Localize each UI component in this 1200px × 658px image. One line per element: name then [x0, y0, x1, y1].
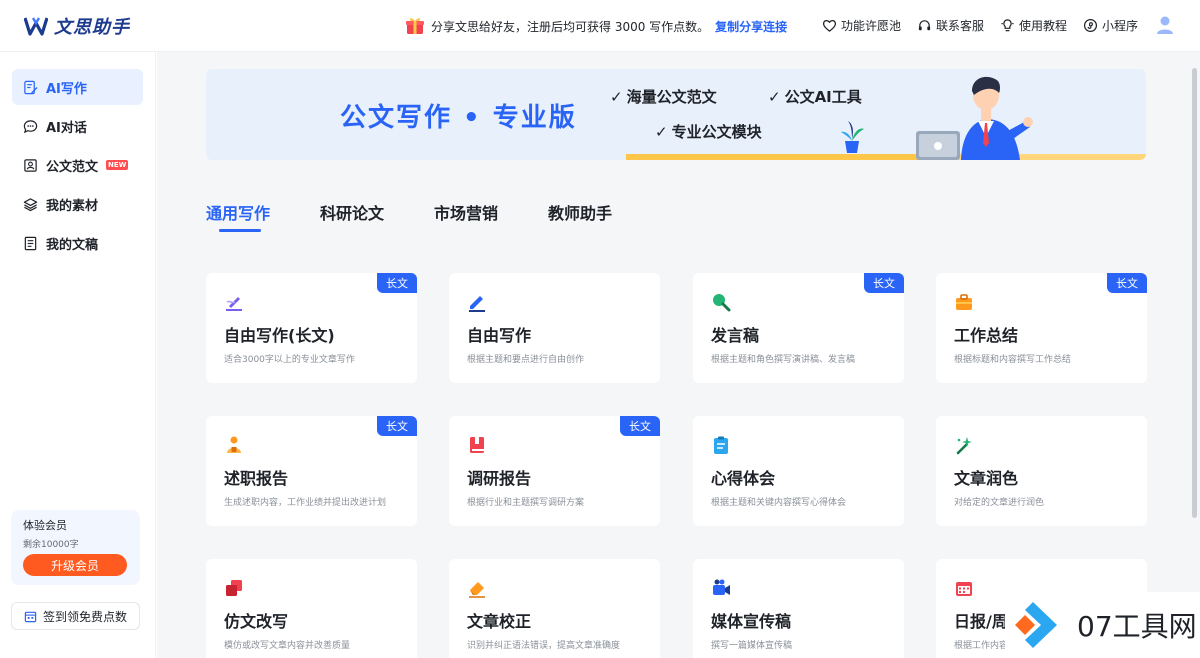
vertical-scrollbar[interactable] [1192, 68, 1197, 518]
tab-general-writing[interactable]: 通用写作 [206, 200, 270, 232]
magic-wand-icon [956, 437, 972, 455]
headset-icon [918, 19, 931, 30]
tab-research-paper[interactable]: 科研论文 [320, 200, 384, 232]
banner-title: 公文写作 • 专业版 [340, 103, 577, 133]
upgrade-button[interactable]: 升级会员 [23, 554, 127, 576]
nav-tutorial[interactable]: 使用教程 [1000, 17, 1067, 34]
watermark-text: 07工具网 [1077, 610, 1197, 643]
chat-icon [23, 119, 38, 133]
businessman-illustration [916, 76, 1033, 160]
eraser-icon [469, 582, 485, 598]
member-panel: 体验会员 剩余10000字 升级会员 [11, 510, 140, 585]
miniprogram-icon [1083, 18, 1098, 32]
share-banner: 分享文思给好友，注册后均可获得 3000 写作点数。 复制分享连接 [405, 16, 787, 36]
long-form-tag: 长文 [377, 416, 417, 436]
user-avatar[interactable] [1154, 14, 1176, 36]
people-icon [227, 436, 241, 453]
pencil-icon [469, 296, 485, 312]
document-icon [24, 236, 37, 250]
logo-w-icon [24, 17, 48, 36]
gift-icon [406, 18, 424, 34]
site-watermark: 07工具网 [1005, 592, 1200, 658]
sidebar-item-templates[interactable]: 公文范文 NEW [12, 147, 143, 183]
book-icon [470, 437, 484, 453]
magnifier-icon [713, 294, 731, 312]
sidebar-item-manuscripts[interactable]: 我的文稿 [12, 225, 143, 261]
app-logo[interactable]: 文思助手 [24, 13, 130, 39]
edit-doc-icon [24, 80, 38, 94]
card-proofreading[interactable]: 文章校正 识别并纠正语法错误，提高文章准确度 [449, 559, 660, 658]
clipboard-icon [714, 436, 728, 454]
main-content: 公文写作 • 专业版 ✓ 海量公文范文 ✓ 公文AI工具 ✓ 专业公文模块 通用写作 [157, 52, 1200, 658]
plant-illustration [841, 121, 864, 153]
nav-mini-program[interactable]: 小程序 [1083, 17, 1138, 34]
card-polish[interactable]: 文章润色 对给定的文章进行润色 [936, 416, 1147, 526]
long-form-tag: 长文 [864, 273, 904, 293]
nav-customer-service[interactable]: 联系客服 [917, 17, 984, 34]
banner-stripe [626, 154, 926, 160]
long-form-tag: 长文 [620, 416, 660, 436]
sidebar-item-materials[interactable]: 我的素材 [12, 186, 143, 222]
card-free-writing-long[interactable]: 长文 自由写作(长文) 适合3000字以上的专业文章写作 [206, 273, 417, 383]
tab-teacher-assistant[interactable]: 教师助手 [548, 200, 612, 232]
heart-icon [822, 19, 836, 32]
check-icon: ✓ [610, 87, 623, 106]
member-remaining: 剩余10000字 [23, 540, 79, 550]
nav-wish-pool[interactable]: 功能许愿池 [822, 17, 901, 34]
top-header: 文思助手 分享文思给好友，注册后均可获得 3000 写作点数。 复制分享连接 功… [0, 0, 1200, 52]
new-badge: NEW [106, 160, 129, 170]
card-reflections[interactable]: 心得体会 根据主题和关键内容撰写心得体会 [693, 416, 904, 526]
header-nav: 功能许愿池 联系客服 使用教程 小程序 [822, 14, 1176, 36]
sidebar-item-ai-chat[interactable]: AI对话 [12, 108, 143, 144]
card-imitation-rewrite[interactable]: 仿文改写 模仿或改写文章内容并改善质量 [206, 559, 417, 658]
camera-icon [713, 579, 730, 595]
check-icon: ✓ [655, 122, 668, 141]
pen-icon [226, 297, 242, 311]
lightbulb-icon [1001, 18, 1014, 31]
logo-text: 文思助手 [54, 17, 130, 38]
banner-feature: ✓ 公文AI工具 [768, 87, 862, 107]
template-icon [24, 158, 37, 172]
copy-icon [226, 580, 242, 596]
layers-icon [23, 197, 38, 211]
card-speech[interactable]: 长文 发言稿 根据主题和角色撰写演讲稿、发言稿 [693, 273, 904, 383]
long-form-tag: 长文 [377, 273, 417, 293]
briefcase-icon [956, 294, 972, 310]
copy-share-link[interactable]: 复制分享连接 [715, 18, 787, 35]
card-duty-report[interactable]: 长文 述职报告 生成述职内容，工作业绩并提出改进计划 [206, 416, 417, 526]
signin-button[interactable]: 签到领免费点数 [11, 602, 140, 630]
card-media-press[interactable]: 媒体宣传稿 撰写一篇媒体宣传稿 [693, 559, 904, 658]
card-free-writing[interactable]: 自由写作 根据主题和要点进行自由创作 [449, 273, 660, 383]
banner-feature: ✓ 海量公文范文 [610, 87, 717, 107]
card-work-summary[interactable]: 长文 工作总结 根据标题和内容撰写工作总结 [936, 273, 1147, 383]
calendar-icon [956, 582, 972, 596]
category-tabs: 通用写作 科研论文 市场营销 教师助手 [206, 200, 612, 232]
share-text: 分享文思给好友，注册后均可获得 3000 写作点数。 [431, 19, 710, 34]
tab-marketing[interactable]: 市场营销 [434, 200, 498, 232]
promo-banner[interactable]: 公文写作 • 专业版 ✓ 海量公文范文 ✓ 公文AI工具 ✓ 专业公文模块 [206, 69, 1146, 160]
card-research-report[interactable]: 长文 调研报告 根据行业和主题撰写调研方案 [449, 416, 660, 526]
sidebar-item-ai-writing[interactable]: AI写作 [12, 69, 143, 105]
long-form-tag: 长文 [1107, 273, 1147, 293]
banner-feature: ✓ 专业公文模块 [655, 122, 762, 142]
watermark-diamond-logo [1015, 602, 1057, 648]
left-sidebar: AI写作 AI对话 公文范文 NEW 我的素材 我的文稿 体验会员 剩余1000… [0, 52, 156, 658]
calendar-icon [24, 611, 37, 622]
check-icon: ✓ [768, 87, 781, 106]
member-title: 体验会员 [23, 519, 67, 532]
